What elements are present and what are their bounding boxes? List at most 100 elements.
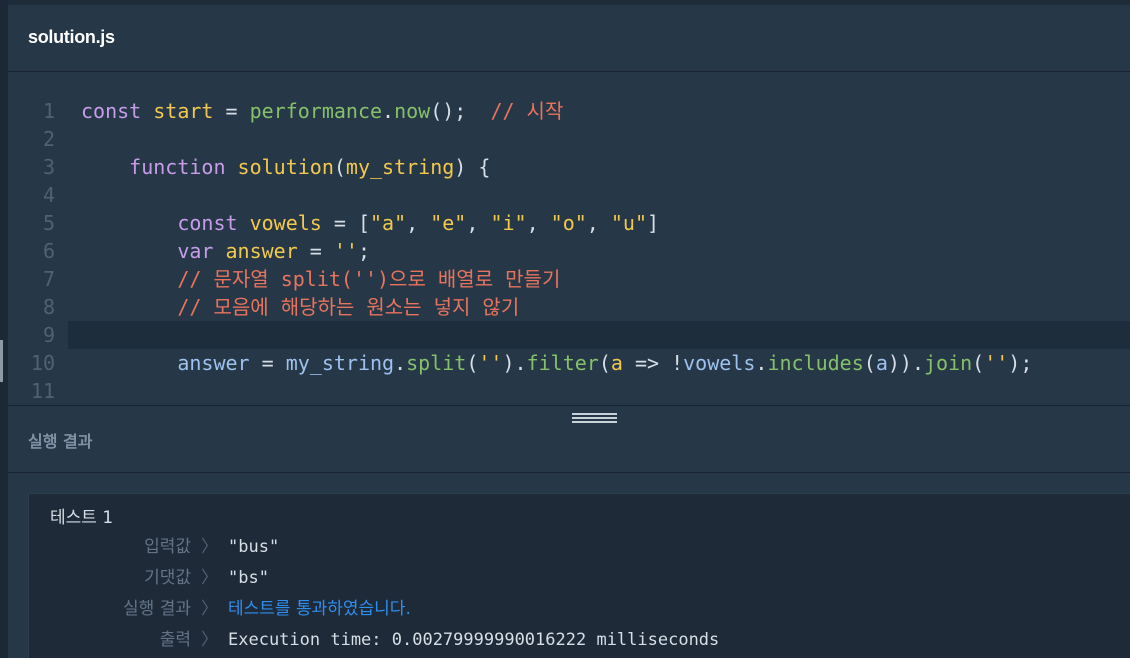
code-token: "a" xyxy=(370,211,407,235)
code-line[interactable]: 7 // 문자열 split('')으로 배열로 만들기 xyxy=(8,265,1130,293)
code-token: const xyxy=(81,99,154,123)
results-header: 실행 결과 xyxy=(8,406,1130,473)
code-editor[interactable]: 1 const start = performance.now(); // 시작 2… xyxy=(8,72,1130,405)
code-text: const vowels = ["a", "e", "i", "o", "u"] xyxy=(81,209,659,237)
code-token: includes xyxy=(767,351,864,375)
left-gutter-strip xyxy=(0,0,8,658)
row-value: Execution time: 0.00279999990016222 mill… xyxy=(228,630,720,650)
line-number: 4 xyxy=(42,183,55,207)
code-token: a xyxy=(610,351,623,375)
results-title: 실행 결과 xyxy=(28,432,93,451)
chevron-right-icon: 〉 xyxy=(201,568,218,588)
line-number: 1 xyxy=(42,99,55,123)
code-token: (); xyxy=(430,99,491,123)
chevron-right-icon: 〉 xyxy=(201,599,218,619)
code-token: . xyxy=(382,99,395,123)
code-token: = xyxy=(297,239,334,263)
code-token: const xyxy=(177,211,250,235)
code-token: = [ xyxy=(321,211,370,235)
row-label: 실행 결과 xyxy=(123,599,191,619)
code-line[interactable]: 4 xyxy=(8,181,1130,209)
code-token: => ! xyxy=(622,351,684,375)
code-token: performance xyxy=(249,99,383,123)
code-line[interactable]: 2 xyxy=(8,125,1130,153)
code-line[interactable]: 6 var answer = ''; xyxy=(8,237,1130,265)
code-token: = xyxy=(249,351,286,375)
code-line[interactable]: 9 xyxy=(43,321,1130,349)
code-token: ( xyxy=(972,351,985,375)
test-title: 테스트 1 xyxy=(50,508,114,528)
line-number: 10 xyxy=(30,351,55,375)
file-name: solution.js xyxy=(28,27,115,47)
code-token: ) { xyxy=(454,155,491,179)
code-token: '' xyxy=(478,351,503,375)
code-token: ). xyxy=(502,351,527,375)
code-token: my_string xyxy=(345,155,455,179)
code-token: , xyxy=(466,211,491,235)
code-line[interactable]: 8 // 모음에 해당하는 원소는 넣지 않기 xyxy=(8,293,1130,321)
result-row-result: 실행 결과 〉 테스트를 통과하였습니다. xyxy=(29,596,1129,622)
code-token: ( xyxy=(863,351,876,375)
code-token: )). xyxy=(887,351,924,375)
code-text: function solution(my_string) { xyxy=(81,153,490,181)
code-text: answer = my_string.split('').filter(a =>… xyxy=(81,349,1032,377)
row-label: 출력 xyxy=(159,630,191,650)
line-number: 8 xyxy=(42,295,55,319)
drag-handle-icon[interactable] xyxy=(572,410,617,423)
code-token: vowels xyxy=(683,351,756,375)
code-token: vowels xyxy=(249,211,322,235)
code-token: // 시작 xyxy=(490,99,564,123)
code-token: ( xyxy=(333,155,346,179)
row-value: "bs" xyxy=(228,568,269,588)
code-text: const start = performance.now(); // 시작 xyxy=(81,97,563,125)
code-token: now xyxy=(394,99,431,123)
row-label: 기댓값 xyxy=(144,568,191,588)
line-number: 5 xyxy=(42,211,55,235)
line-number: 7 xyxy=(42,267,55,291)
code-line[interactable]: 3 function solution(my_string) { xyxy=(8,153,1130,181)
result-row-expected: 기댓값 〉 "bs" xyxy=(29,565,1129,591)
code-token: solution xyxy=(237,155,334,179)
code-token: "o" xyxy=(550,211,587,235)
code-token: // 모음에 해당하는 원소는 넣지 않기 xyxy=(177,295,520,319)
code-token: "e" xyxy=(430,211,467,235)
code-token: // 문자열 split('')으로 배열로 만들기 xyxy=(177,267,561,291)
code-token: filter xyxy=(526,351,599,375)
file-tab[interactable]: solution.js xyxy=(8,5,1130,72)
code-token: ] xyxy=(647,211,660,235)
line-number: 2 xyxy=(42,127,55,151)
scroll-marker[interactable] xyxy=(0,340,3,382)
chevron-right-icon: 〉 xyxy=(201,537,218,557)
code-line[interactable]: 10 answer = my_string.split('').filter(a… xyxy=(8,349,1130,377)
code-text: // 모음에 해당하는 원소는 넣지 않기 xyxy=(81,293,519,321)
panel-divider xyxy=(8,405,1130,406)
line-number: 11 xyxy=(30,379,55,403)
code-token: function xyxy=(129,155,238,179)
row-label: 입력값 xyxy=(144,537,191,557)
code-token: "u" xyxy=(610,211,647,235)
line-number: 6 xyxy=(42,239,55,263)
result-row-output: 출력 〉 Execution time: 0.00279999990016222… xyxy=(29,627,1129,653)
code-token: , xyxy=(526,211,551,235)
code-text: // 문자열 split('')으로 배열로 만들기 xyxy=(81,265,560,293)
results-area: 테스트 1 입력값 〉 "bus" 기댓값 〉 "bs" 실행 결과 〉 테스트… xyxy=(8,473,1130,658)
test-result-card: 테스트 1 입력값 〉 "bus" 기댓값 〉 "bs" 실행 결과 〉 테스트… xyxy=(28,493,1130,658)
chevron-right-icon: 〉 xyxy=(201,630,218,650)
code-token: ( xyxy=(466,351,479,375)
code-token: '' xyxy=(333,239,358,263)
result-row-input: 입력값 〉 "bus" xyxy=(29,534,1129,560)
pass-message: 테스트를 통과하였습니다. xyxy=(228,599,411,619)
code-token: split xyxy=(406,351,467,375)
code-line[interactable]: 5 const vowels = ["a", "e", "i", "o", "u… xyxy=(8,209,1130,237)
code-line[interactable]: 1 const start = performance.now(); // 시작 xyxy=(8,97,1130,125)
code-token: start xyxy=(153,99,214,123)
code-token: "i" xyxy=(490,211,527,235)
code-token: '' xyxy=(984,351,1009,375)
code-line[interactable]: 11 xyxy=(8,377,1130,405)
code-token: my_string xyxy=(285,351,395,375)
code-token: answer xyxy=(225,239,298,263)
